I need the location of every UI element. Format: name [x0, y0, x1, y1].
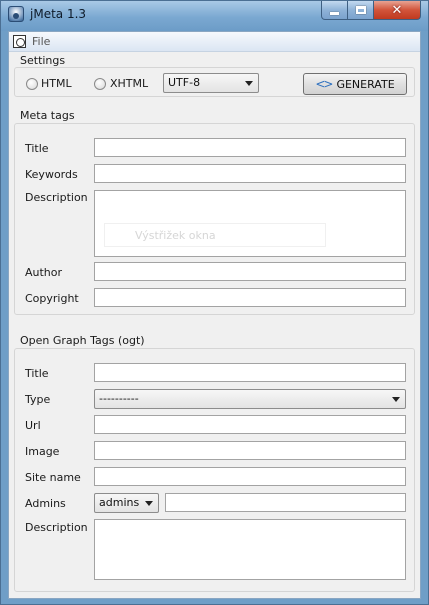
- ogt-admins-select-value: admins: [99, 496, 140, 509]
- close-button[interactable]: ✕: [373, 1, 421, 20]
- minimize-button[interactable]: [321, 1, 348, 20]
- ogt-title-input[interactable]: [94, 363, 406, 382]
- ogt-url-input[interactable]: [94, 415, 406, 434]
- chevron-down-icon: [245, 81, 253, 86]
- code-arrows-icon: <>: [315, 77, 333, 91]
- ogt-type-select[interactable]: ----------: [94, 389, 406, 409]
- ogt-admins-label: Admins: [25, 497, 66, 510]
- snip-overlay-text: Výstřižek okna: [104, 223, 326, 247]
- generate-button[interactable]: <> GENERATE: [303, 73, 407, 95]
- ogt-admins-select[interactable]: admins: [94, 493, 159, 513]
- ogt-title: Open Graph Tags (ogt): [20, 334, 145, 347]
- app-icon: [8, 6, 24, 22]
- close-icon: ✕: [391, 2, 403, 18]
- chevron-down-icon: [145, 501, 153, 506]
- minimize-icon: [330, 11, 339, 15]
- meta-tags-title: Meta tags: [20, 109, 75, 122]
- app-window: jMeta 1.3 ✕ File Settings HTML XHTML UTF…: [0, 0, 429, 605]
- html-radio[interactable]: [26, 78, 38, 90]
- meta-title-label: Title: [25, 142, 49, 155]
- encoding-value: UTF-8: [168, 76, 201, 89]
- ogt-site-name-input[interactable]: [94, 467, 406, 486]
- meta-copyright-input[interactable]: [94, 288, 406, 307]
- xhtml-radio-label: XHTML: [110, 77, 149, 90]
- encoding-select[interactable]: UTF-8: [163, 73, 259, 93]
- menu-file[interactable]: File: [32, 35, 50, 48]
- generate-label: GENERATE: [336, 77, 395, 91]
- ogt-image-label: Image: [25, 445, 60, 458]
- window-title: jMeta 1.3: [30, 7, 87, 21]
- ogt-title-label: Title: [25, 367, 49, 380]
- html-radio-label: HTML: [41, 77, 72, 90]
- ogt-description-textarea[interactable]: [94, 519, 406, 580]
- ogt-admins-input[interactable]: [165, 493, 406, 512]
- settings-title: Settings: [20, 54, 66, 67]
- meta-keywords-label: Keywords: [25, 168, 78, 181]
- maximize-button[interactable]: [347, 1, 374, 20]
- title-bar[interactable]: jMeta 1.3 ✕: [1, 1, 428, 31]
- meta-author-label: Author: [25, 266, 63, 279]
- meta-title-input[interactable]: [94, 138, 406, 157]
- ogt-url-label: Url: [25, 419, 41, 432]
- maximize-icon: [355, 6, 366, 14]
- menu-bar: File: [9, 32, 420, 52]
- ogt-image-input[interactable]: [94, 441, 406, 460]
- ogt-type-value: ----------: [99, 392, 139, 405]
- meta-keywords-input[interactable]: [94, 164, 406, 183]
- meta-description-label: Description: [25, 191, 88, 204]
- ogt-site-name-label: Site name: [25, 471, 81, 484]
- xhtml-radio[interactable]: [94, 78, 106, 90]
- chevron-down-icon: [392, 397, 400, 402]
- meta-copyright-label: Copyright: [25, 292, 79, 305]
- meta-author-input[interactable]: [94, 262, 406, 281]
- ogt-type-label: Type: [25, 393, 51, 406]
- ogt-description-label: Description: [25, 521, 88, 534]
- system-menu-icon[interactable]: [13, 35, 26, 48]
- client-area: File Settings HTML XHTML UTF-8 <> GENERA…: [8, 31, 421, 599]
